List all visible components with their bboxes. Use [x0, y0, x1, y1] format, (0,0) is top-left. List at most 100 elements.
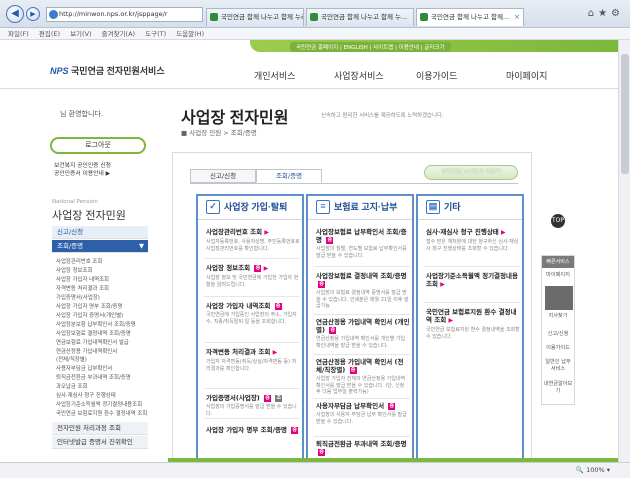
- sidebar-sub-item[interactable]: 사업장기준소득월액 정기결정내용조회: [56, 400, 142, 408]
- checklist-icon: ✓: [206, 200, 220, 214]
- sidebar-sub-item[interactable]: 사업장보험료 결정내역 조회/증명: [56, 329, 131, 337]
- quick-item-pension[interactable]: 내연금알아보기: [543, 380, 573, 394]
- gnb-personal[interactable]: 개인서비스: [254, 69, 295, 82]
- service-item[interactable]: 자격변동 처리결과 조회 ▶ 가입자 자격변동(취득/상실/자격변동 등) 처리…: [206, 348, 300, 372]
- address-bar[interactable]: http://minwon.nps.or.kr/jsppage/r: [46, 7, 203, 22]
- menu-view[interactable]: 보기(V): [70, 30, 91, 38]
- web-page: 국민연금 홈페이지 | ENGLISH | 사이트맵 | 이용안내 | 글자크기…: [0, 40, 618, 462]
- divider: [424, 302, 520, 303]
- green-calculator-banner[interactable]: 전자민원 녹색효과 계산기: [424, 165, 518, 180]
- logout-button[interactable]: 로그아웃: [50, 137, 146, 154]
- close-tab-icon[interactable]: ×: [514, 9, 520, 25]
- site-logo[interactable]: NPS 국민연금 전자민원서비스: [50, 64, 165, 77]
- menu-edit[interactable]: 편집(E): [39, 30, 60, 38]
- sidebar-sub-item[interactable]: 사용자부담금 납부확인서: [56, 364, 112, 372]
- arrow-icon: ▶: [272, 349, 278, 356]
- sidebar-sub-item[interactable]: 연금산정용 가입내역확인서: [56, 347, 117, 355]
- sidebar-sub-item[interactable]: 국민연금 보험료지원 환수 결정내역 조회: [56, 409, 147, 417]
- service-item[interactable]: 사용자부담금 납부확인서 증 사업장의 사용자 부담금 납부 확인서를 발급 받…: [316, 402, 410, 425]
- service-item[interactable]: 사업장보험료 결정내역 조회/증명 증 사업장의 보험료 결정내역 증명서를 발…: [316, 272, 410, 310]
- service-item[interactable]: 사업장 가입자 명부 조회/증명 증: [206, 426, 300, 434]
- arrow-icon: ▶: [440, 281, 445, 288]
- service-item[interactable]: 사업장 가입자 내역조회 증 국민연금에 가입중인 사업장의 주소, 가입자수,…: [206, 302, 300, 325]
- divider: [204, 342, 300, 343]
- browser-tab[interactable]: 국민연금 함께 나누고 함께 누리는: [206, 8, 304, 26]
- sidebar-sub-item[interactable]: 퇴직금전환금 부과내역 조회/증명: [56, 373, 131, 381]
- scroll-top-button[interactable]: TOP: [551, 214, 565, 228]
- sidebar-sub-item[interactable]: 사업장 가입자 명부 조회/증명: [56, 302, 122, 310]
- quick-item-mypage[interactable]: 마이페이지: [543, 271, 573, 278]
- sidebar-sub-item[interactable]: 사업장 가입자 내역조회: [56, 275, 109, 283]
- sidebar-sub-item[interactable]: 심사·재심사 청구 진행상태: [56, 391, 116, 399]
- cert-guide-link[interactable]: 공인인증서 이용안내 ▶: [54, 170, 111, 178]
- service-item[interactable]: 가입증명서(사업장) 증 조 사업장의 가입증명서를 발급 받을 수 있습니다.: [206, 394, 300, 417]
- sidebar-item-verify[interactable]: 인터넷발급 증명서 진위확인: [52, 436, 148, 449]
- section-title: 사업장 전자민원: [52, 210, 126, 222]
- service-item[interactable]: 연금산정용 가입내역 확인서 (개인별) 증 연금산정용 가입내역 확인서를 개…: [316, 318, 410, 349]
- menu-file[interactable]: 파일(F): [8, 30, 29, 38]
- menu-tools[interactable]: 도구(T): [145, 30, 166, 38]
- sidebar-item-inquiry[interactable]: 조회/증명 ▼: [52, 240, 148, 253]
- service-item[interactable]: 사업장보험료 납부확인서 조회/증명 증 사업장의 월별, 연도별 보험료 납부…: [316, 228, 410, 259]
- sidebar-sub-item[interactable]: 연금보험료 가입내역확인서 발급: [56, 338, 129, 346]
- cert-badge-icon: 증: [318, 280, 325, 288]
- gnb-mypage[interactable]: 마이페이지: [506, 69, 547, 82]
- section-subtitle: National Pension: [52, 199, 98, 205]
- service-item[interactable]: 퇴직금전환금 부과내역 조회/증명 증: [316, 440, 410, 456]
- gnb-guide[interactable]: 이용가이드: [416, 69, 457, 82]
- back-icon[interactable]: ◀: [6, 5, 24, 23]
- cert-link[interactable]: 보건복지 공인인증 신청: [54, 162, 111, 170]
- star-icon[interactable]: ★: [598, 8, 611, 19]
- service-item[interactable]: 심사·재심사 청구 진행상태 ▶ 접수 받은 재처분에 대한 청구하신 심사·재…: [426, 228, 520, 252]
- cert-badge-icon: 증: [329, 326, 337, 334]
- quick-item-report[interactable]: 신고/신청: [543, 330, 573, 337]
- service-item[interactable]: 사업장관리번호 조회 ▶ 사업자등록번호, 사용자성명, 주민등록번호로 사업장…: [206, 228, 300, 252]
- cert-badge-icon: 증: [318, 448, 325, 456]
- quick-item-branch[interactable]: 지사찾기: [543, 312, 573, 319]
- divider: [314, 314, 410, 315]
- document-icon: ≡: [316, 200, 330, 214]
- menu-favorites[interactable]: 즐겨찾기(A): [102, 30, 135, 38]
- service-item[interactable]: 국민연금 보험료지원 환수 결정내역 조회 ▶ 국민연금 보험료지원 환수 결정…: [426, 308, 520, 340]
- vertical-scrollbar[interactable]: [618, 40, 630, 462]
- sidebar-sub-item[interactable]: 사업장 정보조회: [56, 266, 92, 274]
- menu-help[interactable]: 도움말(H): [176, 30, 204, 38]
- sidebar-sub-item[interactable]: (전체/직장별): [56, 355, 87, 363]
- quick-item-payment[interactable]: 일반인 납부서비스: [543, 358, 573, 372]
- home-icon[interactable]: ⌂: [588, 8, 598, 19]
- building-icon[interactable]: [545, 286, 573, 310]
- zoom-icon[interactable]: 🔍: [576, 466, 584, 474]
- divider: [190, 183, 518, 184]
- column-etc: ▤ 기타 심사·재심사 청구 진행상태 ▶ 접수 받은 재처분에 대한 청구하신…: [416, 194, 524, 462]
- browser-tab-active[interactable]: 국민연금 함께 나누고 함께... ×: [416, 8, 524, 26]
- column-title: ✓ 사업장 가입·탈퇴: [198, 196, 302, 220]
- sidebar-item-process[interactable]: 전자민원 처리과정 조회: [52, 422, 148, 435]
- sidebar-sub-item[interactable]: 가입증명서(사업장): [56, 293, 100, 301]
- zoom-level[interactable]: 100%: [586, 466, 605, 474]
- service-item[interactable]: 연금산정용 가입내역 확인서 (전체/직장별) 증 사업장 가입자 전체의 연금…: [316, 358, 410, 396]
- utility-links[interactable]: 국민연금 홈페이지 | ENGLISH | 사이트맵 | 이용안내 | 글자크기: [290, 42, 451, 52]
- scrollbar-thumb[interactable]: [621, 54, 629, 174]
- sidebar-item-report[interactable]: 신고/신청: [52, 226, 148, 239]
- tab-inquiry[interactable]: 조회/증명: [256, 169, 322, 183]
- cert-badge-icon: 증: [291, 426, 299, 434]
- divider: [314, 266, 410, 267]
- quick-item-guide[interactable]: 이용가이드: [543, 344, 573, 351]
- sidebar-sub-item[interactable]: 과오납금 조회: [56, 382, 87, 390]
- sidebar-sub-item[interactable]: 사업장 가입자 증명서(개인별): [56, 311, 123, 319]
- service-item[interactable]: 사업장 정보조회 증 ▶ 사업장 정보 및 국민연금에 가입한 가입자 현황을 …: [206, 264, 300, 288]
- tab-favicon-icon: [420, 13, 428, 21]
- sidebar-sub-item[interactable]: 사업장분보험 납부확인서 조회/증명: [56, 320, 136, 328]
- status-bar: 🔍 100% ▾: [0, 462, 630, 478]
- gnb-business[interactable]: 사업장서비스: [334, 69, 384, 82]
- menu-bar: 파일(F) 편집(E) 보기(V) 즐겨찾기(A) 도구(T) 도움말(H): [0, 28, 630, 40]
- forward-icon[interactable]: ▶: [26, 7, 40, 21]
- service-item[interactable]: 사업장기준소득월액 정기결정내용조회 ▶: [426, 272, 520, 289]
- tab-report[interactable]: 신고/신청: [190, 169, 256, 183]
- breadcrumb: ■ 사업장 민원 > 조회/증명: [181, 129, 257, 137]
- gear-icon[interactable]: ⚙: [611, 8, 624, 19]
- browser-tab[interactable]: 국민연금 함께 나누고 함께 누...: [306, 8, 414, 26]
- divider: [314, 436, 410, 437]
- sidebar-sub-item[interactable]: 사업장관리번호 조회: [56, 257, 102, 265]
- sidebar-sub-item[interactable]: 자격변동 처리결과 조회: [56, 284, 109, 292]
